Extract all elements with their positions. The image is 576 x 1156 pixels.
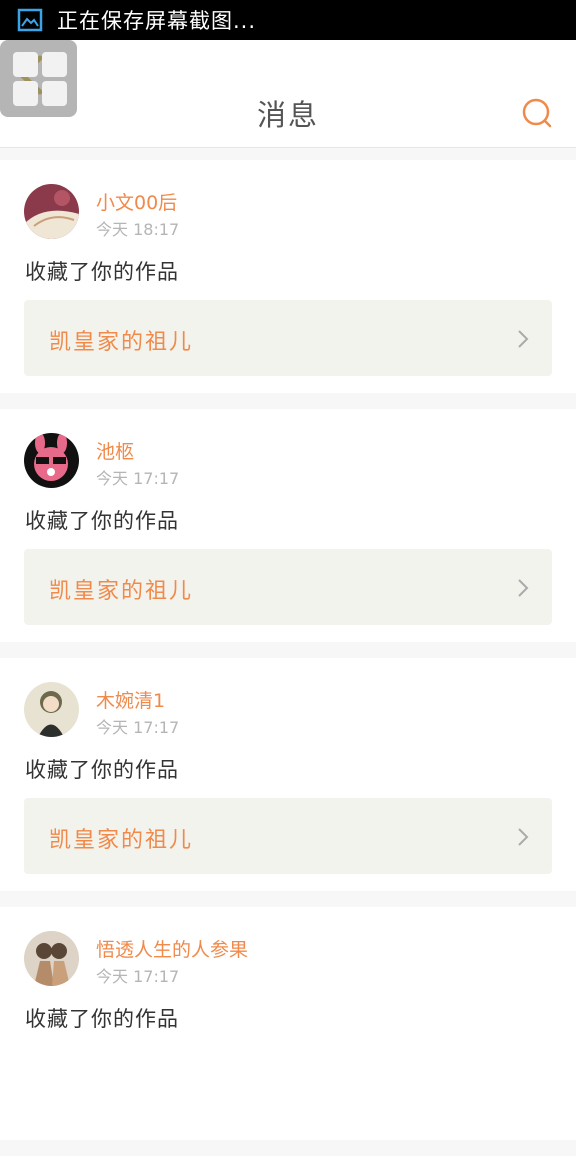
search-icon[interactable] <box>520 96 554 130</box>
work-title: 凯皇家的祖儿 <box>49 828 194 853</box>
work-link[interactable]: 凯皇家的祖儿 <box>24 549 552 625</box>
screenshot-icon <box>17 8 43 32</box>
message-card: 小文00后 今天 18:17 收藏了你的作品 凯皇家的祖儿 <box>0 160 576 393</box>
page-title: 消息 <box>256 98 319 132</box>
status-text: 正在保存屏幕截图... <box>57 9 257 33</box>
message-card: 木婉清1 今天 17:17 收藏了你的作品 凯皇家的祖儿 <box>0 658 576 891</box>
avatar[interactable] <box>24 682 79 737</box>
avatar[interactable] <box>24 433 79 488</box>
timestamp: 今天 17:17 <box>96 718 180 737</box>
avatar[interactable] <box>24 184 79 239</box>
floating-menu-button[interactable] <box>0 40 77 117</box>
menu-tile <box>42 81 67 106</box>
menu-tile <box>13 81 38 106</box>
username[interactable]: 悟透人生的人参果 <box>96 935 248 962</box>
chevron-right-icon <box>518 828 529 846</box>
work-link[interactable]: 凯皇家的祖儿 <box>24 798 552 874</box>
work-link[interactable]: 凯皇家的祖儿 <box>24 300 552 376</box>
menu-tile <box>42 52 67 77</box>
menu-tile <box>13 52 38 77</box>
status-bar: 正在保存屏幕截图... <box>0 0 576 40</box>
message-list: 小文00后 今天 18:17 收藏了你的作品 凯皇家的祖儿 池柩 今天 17:1… <box>0 160 576 1156</box>
work-title: 凯皇家的祖儿 <box>49 579 194 604</box>
username[interactable]: 小文00后 <box>96 188 177 215</box>
header: 消息 <box>0 40 576 148</box>
timestamp: 今天 17:17 <box>96 967 180 986</box>
timestamp: 今天 17:17 <box>96 469 180 488</box>
action-text: 收藏了你的作品 <box>25 509 179 533</box>
timestamp: 今天 18:17 <box>96 220 180 239</box>
work-title: 凯皇家的祖儿 <box>49 330 194 355</box>
chevron-right-icon <box>518 579 529 597</box>
action-text: 收藏了你的作品 <box>25 758 179 782</box>
action-text: 收藏了你的作品 <box>25 260 179 284</box>
chevron-right-icon <box>518 330 529 348</box>
avatar[interactable] <box>24 931 79 986</box>
username[interactable]: 木婉清1 <box>96 686 165 713</box>
username[interactable]: 池柩 <box>96 437 134 464</box>
action-text: 收藏了你的作品 <box>25 1007 179 1031</box>
message-card: 池柩 今天 17:17 收藏了你的作品 凯皇家的祖儿 <box>0 409 576 642</box>
